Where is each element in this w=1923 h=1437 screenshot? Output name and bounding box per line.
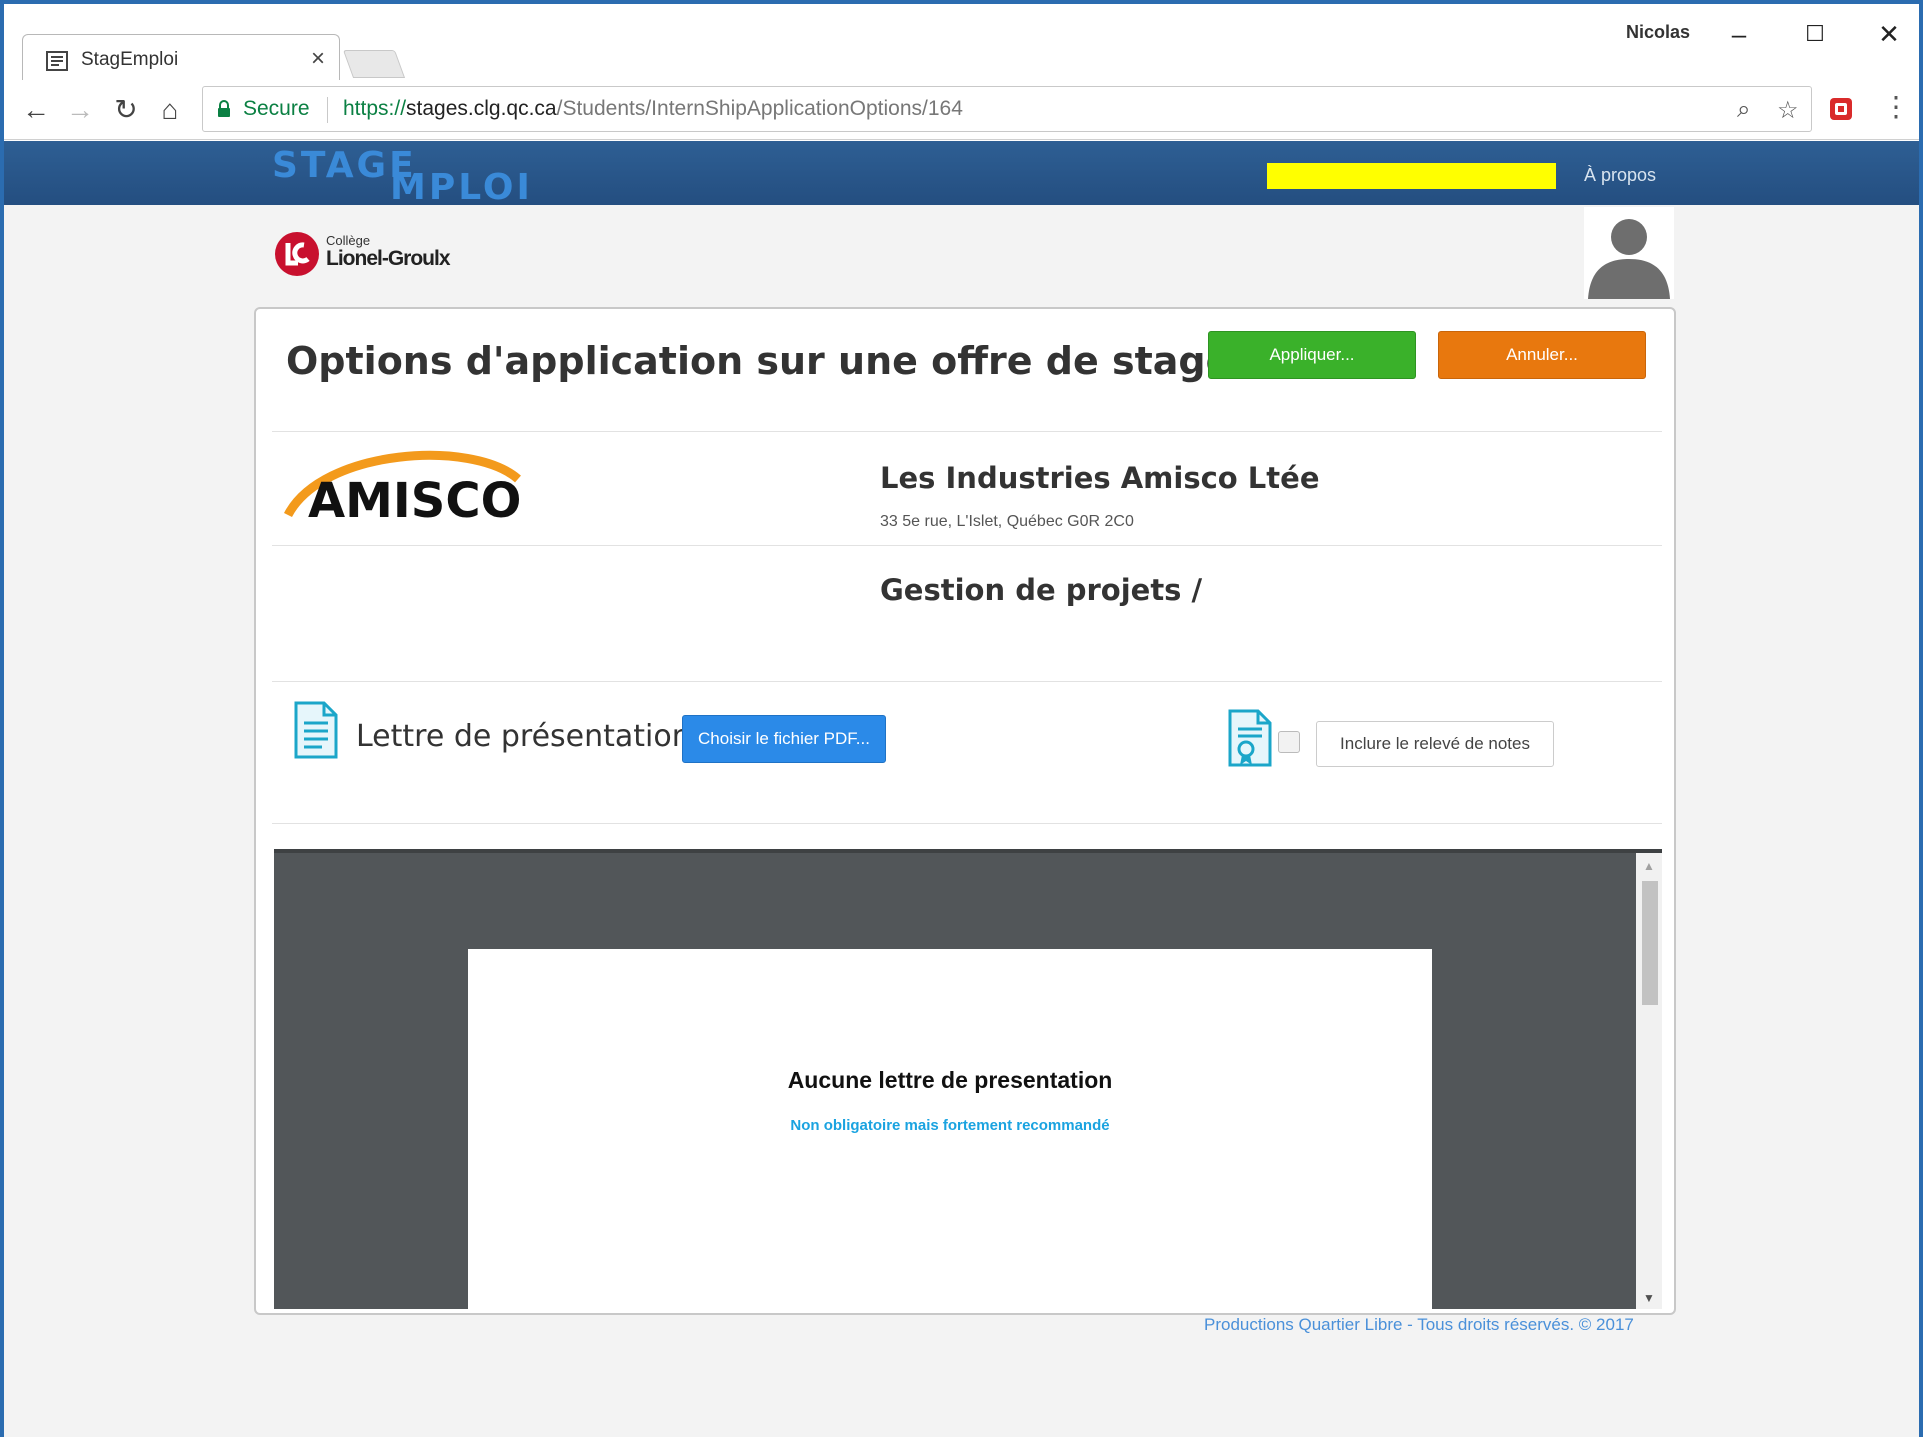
cover-letter-label: Lettre de présentation xyxy=(356,719,691,754)
scroll-down-arrow-icon[interactable]: ▼ xyxy=(1643,1291,1655,1305)
company-logo-text: AMISCO xyxy=(308,473,521,529)
page-viewport: STAGE MPLOI À propos Collège Lionel-Grou… xyxy=(4,141,1919,1437)
url-path: /Students/InternShipApplicationOptions/1… xyxy=(556,97,963,120)
forward-arrow-icon[interactable]: → xyxy=(62,92,98,128)
divider xyxy=(272,431,1662,432)
bookmark-star-icon[interactable]: ☆ xyxy=(1777,96,1799,125)
college-emblem-icon xyxy=(275,232,319,276)
site-header: STAGE MPLOI À propos xyxy=(4,141,1919,208)
college-logo: Collège Lionel-Groulx xyxy=(274,229,464,279)
zoom-icon[interactable]: ⌕ xyxy=(1737,96,1750,124)
company-logo: AMISCO xyxy=(284,450,521,529)
url-scheme: https:// xyxy=(343,97,407,120)
divider xyxy=(272,823,1662,824)
browser-titlebar: StagEmploi × Nicolas – ☐ ✕ xyxy=(4,4,1919,86)
pdf-empty-heading: Aucune lettre de presentation xyxy=(787,1067,1113,1093)
browser-toolbar: ← → ↻ ⌂ Secure https://stages.clg.qc.ca/… xyxy=(4,80,1919,140)
include-transcript-checkbox[interactable] xyxy=(1278,731,1300,753)
redacted-area xyxy=(1267,163,1556,189)
new-tab-button[interactable] xyxy=(342,50,406,78)
pdf-page: Aucune lettre de presentation Non obliga… xyxy=(468,949,1432,1309)
minimize-button[interactable]: – xyxy=(1714,16,1764,52)
transcript-certificate-icon xyxy=(1228,709,1272,767)
browser-tab[interactable]: StagEmploi × xyxy=(22,34,340,86)
divider xyxy=(272,681,1662,682)
logo-line-2: MPLOI xyxy=(390,167,533,208)
cancel-button[interactable]: Annuler... xyxy=(1438,331,1646,379)
college-label-small: Collège xyxy=(326,233,371,248)
pdf-empty-subtext: Non obligatoire mais fortement recommand… xyxy=(790,1117,1110,1134)
url-text[interactable]: https://stages.clg.qc.ca/Students/Intern… xyxy=(343,97,963,121)
scroll-up-arrow-icon[interactable]: ▲ xyxy=(1643,859,1655,873)
about-link[interactable]: À propos xyxy=(1584,165,1656,186)
browser-menu-icon[interactable]: ⋮ xyxy=(1882,92,1910,122)
profile-user-name[interactable]: Nicolas xyxy=(1626,22,1690,43)
pdf-preview-viewer[interactable]: Aucune lettre de presentation Non obliga… xyxy=(274,849,1662,1309)
offer-title: Gestion de projets / xyxy=(880,573,1203,607)
scroll-thumb[interactable] xyxy=(1642,881,1658,1005)
url-host: stages.clg.qc.ca xyxy=(406,97,557,120)
page-title: Options d'application sur une offre de s… xyxy=(286,339,1232,383)
college-name: Lionel-Groulx xyxy=(326,247,450,270)
company-name: Les Industries Amisco Ltée xyxy=(880,461,1320,495)
page-icon xyxy=(46,51,68,71)
close-window-button[interactable]: ✕ xyxy=(1864,16,1914,52)
tab-title: StagEmploi xyxy=(81,49,179,70)
apply-button[interactable]: Appliquer... xyxy=(1208,331,1416,379)
address-bar[interactable]: Secure https://stages.clg.qc.ca/Students… xyxy=(202,86,1812,132)
address-separator xyxy=(327,97,328,123)
secure-label: Secure xyxy=(243,97,310,120)
choose-pdf-button[interactable]: Choisir le fichier PDF... xyxy=(682,715,886,763)
footer-copyright: Productions Quartier Libre - Tous droits… xyxy=(1204,1315,1634,1334)
tab-close-icon[interactable]: × xyxy=(311,45,325,73)
home-icon[interactable]: ⌂ xyxy=(152,92,188,128)
reload-icon[interactable]: ↻ xyxy=(108,92,144,128)
lock-icon xyxy=(218,100,230,117)
application-options-card: Options d'application sur une offre de s… xyxy=(254,307,1676,1315)
company-address: 33 5e rue, L'Islet, Québec G0R 2C0 xyxy=(880,513,1134,530)
user-avatar[interactable] xyxy=(1584,207,1674,299)
cover-letter-icon xyxy=(294,701,338,759)
include-transcript-button[interactable]: Inclure le relevé de notes xyxy=(1316,721,1554,767)
maximize-button[interactable]: ☐ xyxy=(1790,16,1840,52)
back-arrow-icon[interactable]: ← xyxy=(18,92,54,128)
extension-icon[interactable] xyxy=(1828,96,1854,122)
pdf-scrollbar[interactable]: ▲ ▼ xyxy=(1636,853,1662,1309)
divider xyxy=(272,545,1662,546)
